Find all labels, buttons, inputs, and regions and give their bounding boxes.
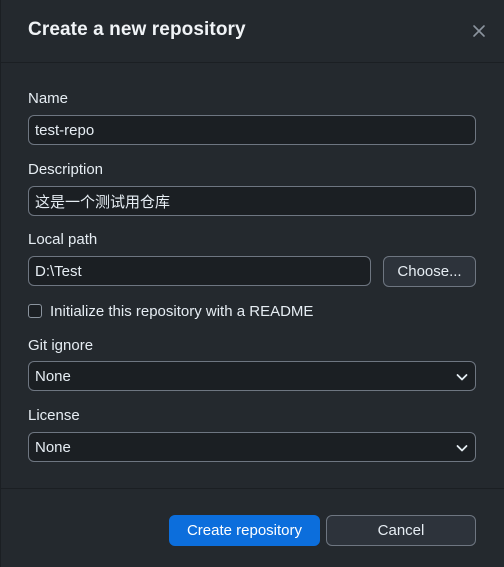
cancel-button[interactable]: Cancel [326, 515, 476, 546]
chevron-down-icon [456, 445, 468, 452]
description-label: Description [28, 161, 104, 178]
create-repository-dialog: Create a new repository Name Description… [0, 0, 504, 567]
gitignore-select-value: None [35, 368, 71, 385]
close-icon [473, 25, 485, 37]
dialog-title: Create a new repository [28, 19, 246, 40]
dialog-header: Create a new repository [1, 0, 504, 63]
license-label: License [28, 407, 80, 424]
name-label: Name [28, 90, 69, 107]
close-button[interactable] [469, 21, 489, 41]
local-path-label: Local path [28, 231, 98, 248]
chevron-down-icon [456, 374, 468, 381]
choose-button[interactable]: Choose... [383, 256, 476, 287]
local-path-input[interactable] [28, 256, 371, 286]
gitignore-label: Git ignore [28, 337, 94, 354]
license-select[interactable]: None [28, 432, 476, 462]
license-select-value: None [35, 439, 71, 456]
readme-checkbox[interactable] [28, 304, 42, 318]
name-input[interactable] [28, 115, 476, 145]
readme-checkbox-label[interactable]: Initialize this repository with a README [50, 303, 313, 320]
description-input[interactable] [28, 186, 476, 216]
readme-option: Initialize this repository with a README [28, 301, 313, 321]
create-repository-button[interactable]: Create repository [169, 515, 320, 546]
dialog-footer: Create repository Cancel [1, 488, 504, 567]
gitignore-select[interactable]: None [28, 361, 476, 391]
